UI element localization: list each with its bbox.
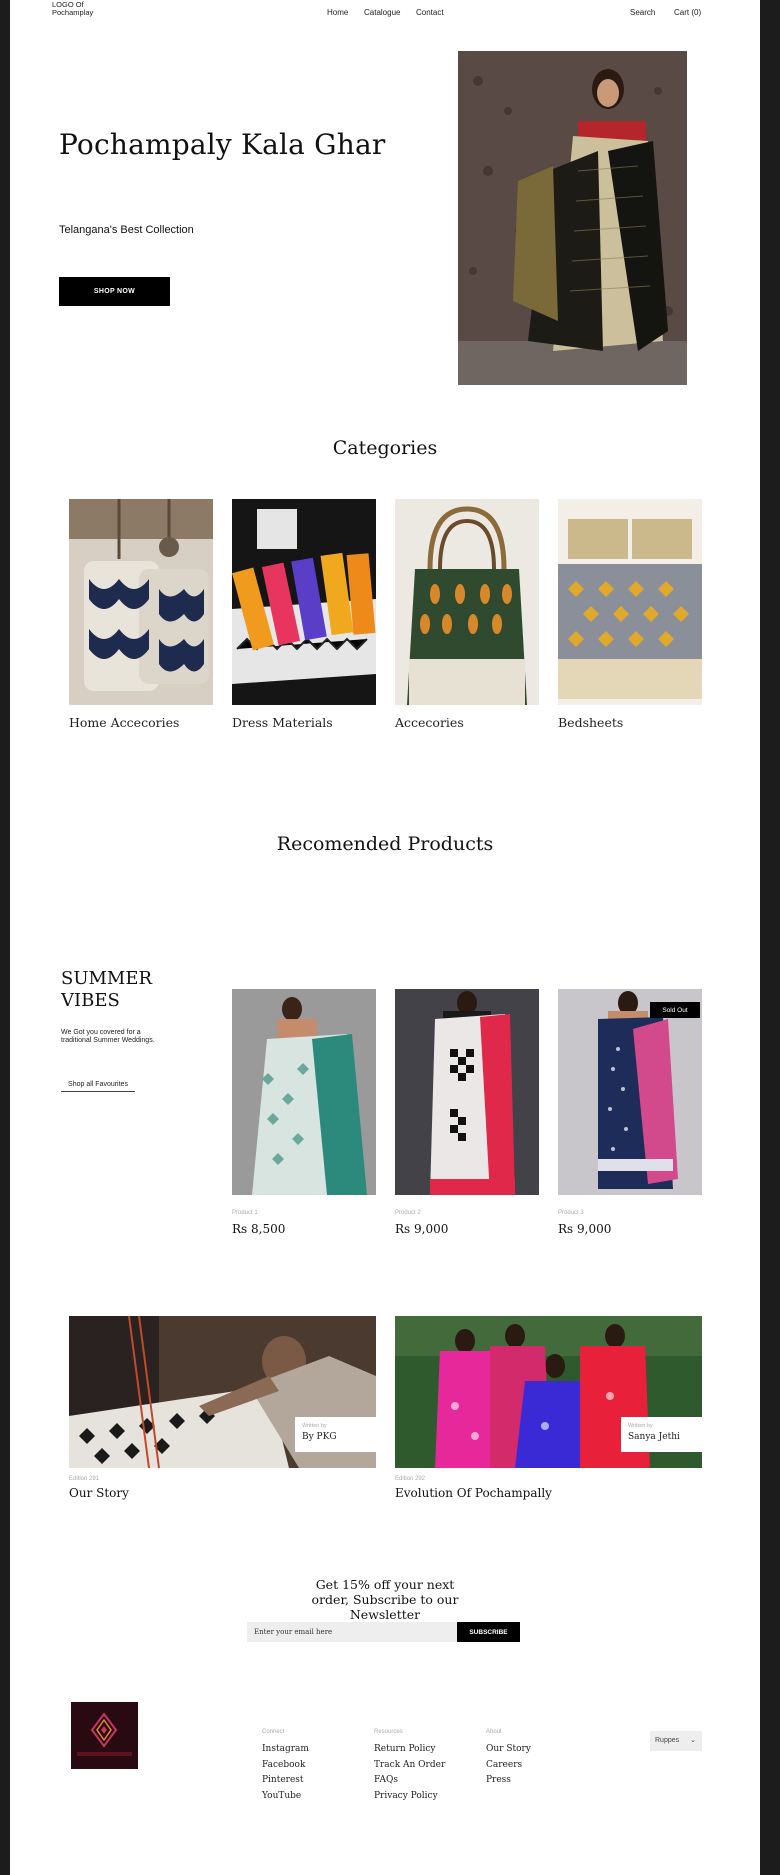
categories-title: Categories [332, 437, 438, 459]
footer-link-return-policy[interactable]: Return Policy [374, 1742, 445, 1758]
category-image-dress-materials[interactable] [232, 499, 376, 705]
shop-all-favourites-link[interactable]: Shop all Favourites [61, 1081, 135, 1092]
summer-vibes-title: SUMMER VIBES [61, 968, 153, 1011]
writer-name: By PKG [302, 1432, 337, 1442]
subscribe-button[interactable]: SUBSCRIBE [457, 1622, 520, 1642]
blog-writer-card-1: Written by By PKG [295, 1417, 376, 1452]
footer-col-resources: Resources Return Policy Track An Order F… [374, 1729, 445, 1804]
blog-edition-2: Edition 292 [395, 1476, 426, 1482]
product-image-3[interactable] [558, 989, 702, 1195]
blog-edition-1: Edition 291 [69, 1476, 100, 1482]
footer-link-careers[interactable]: Careers [486, 1758, 531, 1774]
blog-title-our-story[interactable]: Our Story [69, 1486, 129, 1500]
category-label-bedsheets[interactable]: Bedsheets [558, 716, 688, 730]
footer-heading: About [486, 1729, 502, 1735]
hero-subtitle: Telangana's Best Collection [59, 224, 194, 236]
nav-catalogue[interactable]: Catalogue [364, 8, 400, 17]
hero-title: Pochampaly Kala Ghar [59, 128, 386, 161]
footer-logo[interactable] [71, 1702, 138, 1769]
footer-link-privacy-policy[interactable]: Privacy Policy [374, 1789, 445, 1805]
footer-link-press[interactable]: Press [486, 1773, 531, 1789]
category-image-home-accecories[interactable] [69, 499, 213, 705]
footer-col-about: About Our Story Careers Press [486, 1729, 531, 1789]
category-label-accecories[interactable]: Accecories [395, 716, 525, 730]
footer-link-facebook[interactable]: Facebook [262, 1758, 309, 1774]
product-image-2[interactable] [395, 989, 539, 1195]
writer-name: Sanya Jethi [628, 1432, 680, 1442]
product-label-3: Product 3 [558, 1210, 584, 1216]
cart-link[interactable]: Cart (0) [674, 8, 701, 17]
blog-writer-card-2: Written by Sanya Jethi [621, 1417, 702, 1452]
search-link[interactable]: Search [630, 8, 655, 17]
footer-link-our-story[interactable]: Our Story [486, 1742, 531, 1758]
written-by-label: Written by [302, 1423, 327, 1429]
footer-heading: Connect [262, 1729, 285, 1735]
site-logo[interactable]: LOGO Of Pochamplay [52, 1, 102, 17]
recommended-title: Recomended Products [276, 833, 494, 855]
category-label-dress-materials[interactable]: Dress Materials [232, 716, 362, 730]
nav-home[interactable]: Home [327, 8, 348, 17]
newsletter-email-input[interactable]: Enter your email here [247, 1622, 457, 1642]
category-image-accecories[interactable] [395, 499, 539, 705]
written-by-label: Written by [628, 1423, 653, 1429]
currency-select[interactable]: Ruppes ⌄ [650, 1731, 702, 1751]
footer-link-track-order[interactable]: Track An Order [374, 1758, 445, 1774]
footer-link-youtube[interactable]: YouTube [262, 1789, 309, 1805]
product-label-2: Product 2 [395, 1210, 421, 1216]
nav-contact[interactable]: Contact [416, 8, 444, 17]
footer-heading: Resources [374, 1729, 403, 1735]
currency-value: Ruppes [655, 1737, 680, 1744]
product-label-1: Product 1 [232, 1210, 258, 1216]
category-label-home-accecories[interactable]: Home Accecories [69, 716, 199, 730]
summer-vibes-text: We Got you covered for a traditional Sum… [61, 1029, 155, 1045]
newsletter-title: Get 15% off your next order, Subscribe t… [311, 1577, 459, 1622]
product-image-1[interactable] [232, 989, 376, 1195]
chevron-down-icon: ⌄ [690, 1737, 696, 1744]
page: LOGO Of Pochamplay Home Catalogue Contac… [10, 0, 760, 1875]
footer-col-connect: Connect Instagram Facebook Pinterest You… [262, 1729, 309, 1804]
blog-title-evolution[interactable]: Evolution Of Pochampally [395, 1486, 552, 1500]
sold-out-badge: Sold Out [650, 1002, 700, 1018]
product-price-3[interactable]: Rs 9,000 [558, 1222, 611, 1236]
footer-link-instagram[interactable]: Instagram [262, 1742, 309, 1758]
product-price-2[interactable]: Rs 9,000 [395, 1222, 448, 1236]
footer-link-pinterest[interactable]: Pinterest [262, 1773, 309, 1789]
category-image-bedsheets[interactable] [558, 499, 702, 705]
shop-now-button[interactable]: SHOP NOW [59, 277, 170, 306]
product-price-1[interactable]: Rs 8,500 [232, 1222, 285, 1236]
footer-link-faqs[interactable]: FAQs [374, 1773, 445, 1789]
hero-saree-image [458, 51, 687, 385]
